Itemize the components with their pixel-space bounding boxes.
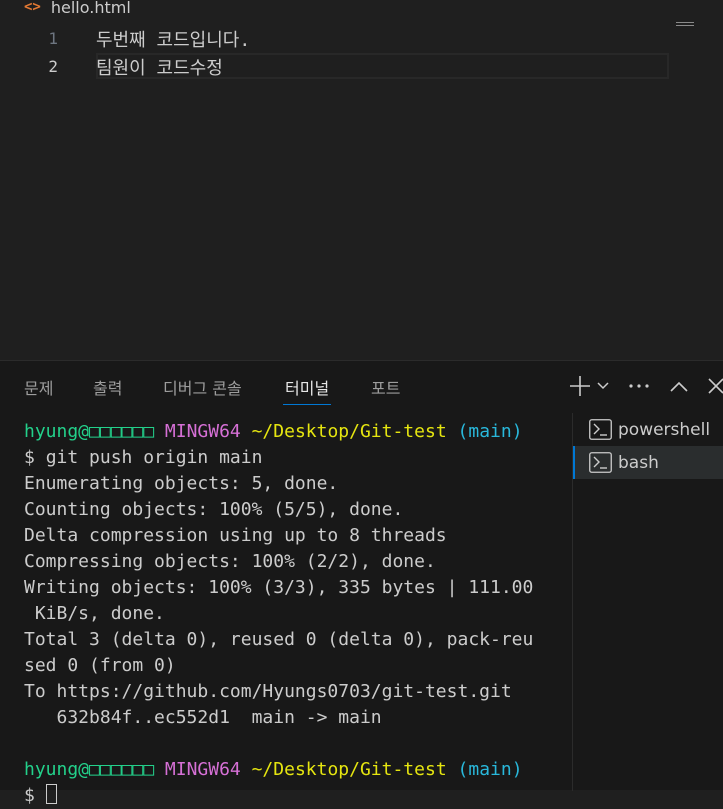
terminal-list-label: powershell — [618, 419, 711, 440]
more-actions-icon[interactable] — [626, 373, 652, 399]
terminal-list-item-powershell[interactable]: powershell — [573, 413, 723, 446]
bottom-panel: 문제 출력 디버그 콘솔 터미널 포트 hyung@□□□□□□ MINGW64… — [0, 360, 723, 806]
prompt-symbol: $ — [24, 785, 35, 806]
panel-actions — [566, 373, 723, 399]
maximize-panel-chevron-up-icon[interactable] — [666, 373, 692, 399]
code-line-active[interactable]: 2 팀원이 코드수정 — [0, 53, 723, 80]
terminal-line: To https://github.com/Hyungs0703/git-tes… — [24, 681, 512, 702]
prompt-user: hyung@□□□□□□ — [24, 421, 155, 442]
code-line[interactable]: 1 두번째 코드입니다. — [0, 25, 723, 52]
terminal-command: git push origin main — [45, 447, 263, 468]
line-number: 1 — [48, 29, 58, 48]
terminal-icon — [589, 452, 612, 473]
terminal-list: powershell bash — [572, 413, 723, 791]
terminal-line: Total 3 (delta 0), reused 0 (delta 0), p… — [24, 629, 534, 650]
terminal-list-label: bash — [618, 452, 659, 473]
prompt-branch: (main) — [457, 421, 523, 442]
terminal-line: Counting objects: 100% (5/5), done. — [24, 499, 404, 520]
prompt-symbol: $ — [24, 447, 35, 468]
terminal-line: Writing objects: 100% (3/3), 335 bytes |… — [24, 577, 534, 598]
terminal-line: KiB/s, done. — [24, 603, 165, 624]
terminal-line: Enumerating objects: 5, done. — [24, 473, 339, 494]
prompt-user: hyung@□□□□□□ — [24, 759, 155, 780]
terminal-line: 632b84f..ec552d1 main -> main — [24, 707, 382, 728]
tab-problems[interactable]: 문제 — [24, 375, 53, 399]
tab-output[interactable]: 출력 — [93, 375, 122, 399]
terminal-prompt-line: hyung@□□□□□□ MINGW64 ~/Desktop/Git-test … — [24, 757, 564, 783]
breadcrumb-file-name[interactable]: hello.html — [51, 0, 131, 17]
tab-debug-console[interactable]: 디버그 콘솔 — [163, 375, 242, 399]
panel-tab-bar: 문제 출력 디버그 콘솔 터미널 포트 — [0, 361, 723, 411]
terminal-line: Compressing objects: 100% (2/2), done. — [24, 551, 436, 572]
prompt-shell: MINGW64 — [164, 421, 241, 442]
prompt-branch: (main) — [457, 759, 523, 780]
html-file-icon: <> — [24, 0, 41, 15]
prompt-shell: MINGW64 — [164, 759, 241, 780]
tab-terminal[interactable]: 터미널 — [282, 375, 332, 405]
terminal-output[interactable]: hyung@□□□□□□ MINGW64 ~/Desktop/Git-test … — [24, 419, 564, 809]
code-text[interactable]: 팀원이 코드수정 — [96, 54, 223, 80]
terminal-list-item-bash[interactable]: bash — [573, 446, 723, 479]
tab-ports[interactable]: 포트 — [371, 375, 400, 399]
new-terminal-plus-icon[interactable] — [566, 373, 594, 399]
breadcrumb[interactable]: <> hello.html — [24, 0, 131, 18]
terminal-cursor — [45, 784, 57, 804]
terminal-input-line[interactable]: $ — [24, 783, 564, 809]
chevron-down-icon[interactable] — [594, 373, 612, 399]
terminal-line: sed 0 (from 0) — [24, 655, 176, 676]
close-icon[interactable] — [704, 373, 723, 399]
line-number: 2 — [48, 57, 58, 76]
editor-area[interactable]: <> hello.html 1 두번째 코드입니다. 2 팀원이 코드수정 — [0, 0, 723, 360]
code-text[interactable]: 두번째 코드입니다. — [96, 26, 250, 52]
prompt-path: ~/Desktop/Git-test — [251, 759, 447, 780]
terminal-prompt-line: hyung@□□□□□□ MINGW64 ~/Desktop/Git-test … — [24, 419, 564, 445]
terminal-command-line: $ git push origin main — [24, 445, 564, 471]
terminal-icon — [589, 419, 612, 440]
prompt-path: ~/Desktop/Git-test — [251, 421, 447, 442]
terminal-line: Delta compression using up to 8 threads — [24, 525, 447, 546]
